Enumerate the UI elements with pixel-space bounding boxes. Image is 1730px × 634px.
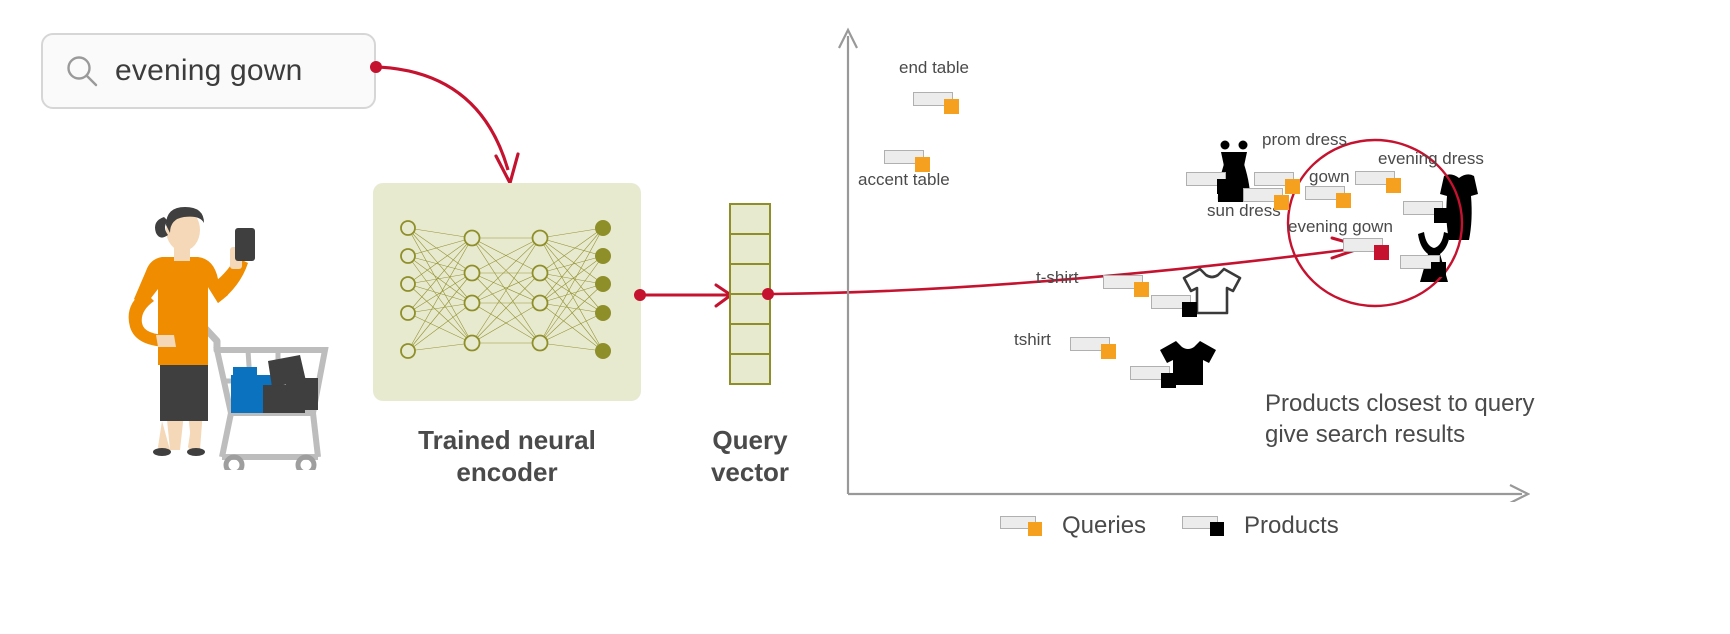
scatter-label-accent-table: accent table xyxy=(858,170,950,189)
encoder-caption-line1: Trained neural xyxy=(418,425,596,455)
marker-sun-dress xyxy=(1243,188,1289,210)
arrow-query-to-encoder xyxy=(370,61,520,188)
marker-gown xyxy=(1305,186,1351,208)
plot-note-line2: give search results xyxy=(1265,420,1466,448)
vector-caption-line2: vector xyxy=(710,456,790,487)
scatter-label-tshirt: tshirt xyxy=(1014,330,1051,349)
plot-note-line1: Products closest to query xyxy=(1265,390,1535,417)
legend-label-products: Products xyxy=(1244,512,1339,539)
shopper-illustration xyxy=(128,207,329,470)
legend-item-products: Products xyxy=(1182,512,1339,540)
marker-tshirt-product xyxy=(1151,295,1197,317)
products-marker-icon xyxy=(1182,514,1230,538)
search-input-value[interactable]: evening gown xyxy=(115,54,303,88)
cart-goods xyxy=(231,355,318,413)
marker-tee-product xyxy=(1130,366,1176,388)
marker-dress-product-1 xyxy=(1186,172,1232,194)
vector-cell xyxy=(731,325,769,355)
scatter-label-gown: gown xyxy=(1309,167,1350,186)
marker-dress-product-2 xyxy=(1403,201,1449,223)
scatter-label-t-shirt: t-shirt xyxy=(1036,268,1079,287)
queries-marker-icon xyxy=(1000,514,1048,538)
marker-accent-table xyxy=(884,150,930,172)
legend: Queries Products xyxy=(1000,512,1339,540)
neural-network-graphic xyxy=(400,220,611,359)
legend-label-queries: Queries xyxy=(1062,512,1147,539)
marker-evening-gown xyxy=(1343,238,1389,260)
encoder-caption-line2: encoder xyxy=(456,456,558,487)
plot-note: Products closest to query give search re… xyxy=(1265,389,1565,450)
scatter-label-end-table: end table xyxy=(899,58,969,77)
marker-dress-product-3 xyxy=(1400,255,1446,277)
query-vector-caption: Query vector xyxy=(660,425,840,488)
search-box[interactable]: evening gown xyxy=(41,33,376,109)
encoder-caption: Trained neural encoder xyxy=(373,425,641,488)
phone-icon xyxy=(235,228,255,261)
search-icon xyxy=(67,56,98,87)
scatter-label-evening-gown: evening gown xyxy=(1288,217,1393,236)
marker-end-table xyxy=(913,92,959,114)
marker-evening-dress xyxy=(1355,171,1401,193)
scatter-label-evening-dress: evening dress xyxy=(1378,149,1484,168)
legend-item-queries: Queries xyxy=(1000,512,1146,540)
vector-caption-line1: Query xyxy=(712,425,788,455)
marker-t-shirt xyxy=(1103,275,1149,297)
vector-cell xyxy=(731,355,769,383)
marker-tshirt xyxy=(1070,337,1116,359)
arrow-encoder-to-vector xyxy=(634,283,734,308)
scatter-label-prom-dress: prom dress xyxy=(1262,130,1348,149)
